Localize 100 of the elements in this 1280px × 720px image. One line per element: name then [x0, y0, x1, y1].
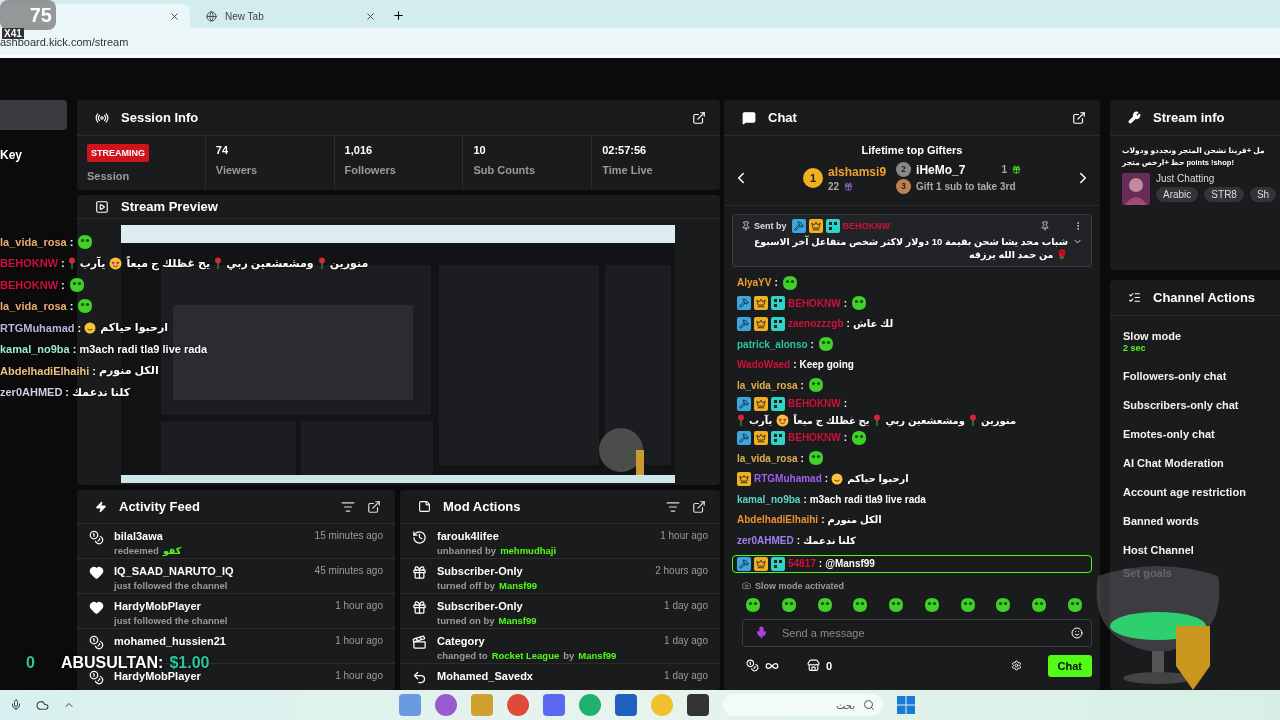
username[interactable]: patrick_alonso	[737, 338, 808, 350]
note-icon	[418, 500, 431, 513]
channel-action[interactable]: Slow mode	[1123, 330, 1280, 342]
panel-title: Activity Feed	[119, 499, 201, 514]
username[interactable]: la_vida_rosa	[737, 379, 798, 391]
separator: :	[69, 300, 74, 313]
search-field[interactable]: بحث	[723, 694, 883, 716]
mic-icon	[10, 699, 22, 711]
message-text: منورين	[981, 414, 1017, 426]
feed-detail: Mansf99	[499, 580, 538, 591]
channel-action[interactable]: Banned words	[1123, 515, 1280, 527]
message-text: m3ach radi tla9 live rada	[809, 493, 926, 505]
username[interactable]: AbdelhadiElhaihi	[737, 514, 819, 526]
feed-name: Category	[437, 635, 486, 647]
feed-time: 1 hour ago	[335, 670, 383, 683]
feed-detail: changed to	[437, 650, 488, 661]
smiley-icon	[831, 472, 844, 485]
feed-name: HardyMobPlayer	[114, 670, 202, 682]
popout-icon[interactable]	[1072, 110, 1086, 125]
feed-detail: Mansf99	[498, 615, 537, 626]
app-icon[interactable]	[543, 694, 565, 716]
tag[interactable]: Sh	[1249, 187, 1277, 202]
username: AbdelhadiElhaihi	[0, 364, 90, 377]
username[interactable]: RTGMuhamad	[754, 473, 822, 485]
sidebar-item[interactable]: Key	[0, 142, 67, 162]
rank-medal: 1	[803, 168, 823, 188]
channel-action[interactable]: Subscribers-only chat	[1123, 399, 1280, 411]
feed-detail: redeemed	[114, 545, 159, 556]
feed-time: 2 hours ago	[655, 565, 708, 578]
emote-icon	[816, 336, 835, 353]
settings-icon[interactable]	[1010, 660, 1022, 672]
separator: :	[77, 321, 82, 334]
username[interactable]: zer0AHMED	[737, 534, 794, 546]
feed-name: HardyMobPlayer	[114, 600, 202, 612]
close-icon[interactable]	[169, 10, 180, 22]
emote-icon	[994, 596, 1013, 613]
message-text: ارحبوا حياكم	[100, 321, 169, 335]
username[interactable]: la_vida_rosa	[737, 452, 798, 464]
emote-icon	[779, 596, 798, 613]
emote-icon	[76, 298, 95, 315]
channel-action[interactable]: Followers-only chat	[1123, 370, 1280, 382]
username[interactable]: kamal_no9ba	[737, 493, 801, 505]
message-text: يح غظلك ج ميعاً	[126, 256, 211, 270]
filter-icon[interactable]	[666, 499, 680, 514]
popout-icon[interactable]	[692, 110, 706, 125]
store-icon	[807, 659, 820, 673]
emote-icon	[76, 233, 95, 250]
stat-value: 74	[215, 144, 230, 156]
feed-detail: turned off by	[437, 580, 496, 591]
channel-action[interactable]: Host Channel	[1123, 544, 1280, 556]
message-text: الكل منورم	[98, 364, 159, 378]
popout-icon[interactable]	[367, 499, 381, 514]
chat-button[interactable]: Chat	[1047, 654, 1092, 677]
close-icon[interactable]	[365, 10, 376, 22]
rose-icon	[67, 257, 76, 270]
rose-icon	[214, 257, 223, 270]
emote-icon	[887, 596, 906, 613]
coins-icon	[89, 530, 104, 545]
app-icon[interactable]	[507, 694, 529, 716]
separator: :	[810, 338, 814, 350]
message-input[interactable]: Send a message	[780, 625, 1059, 640]
counter-badge: 75	[0, 0, 56, 30]
tag[interactable]: STR8	[1204, 187, 1244, 202]
feed-name: Subscriber-Only	[437, 565, 524, 577]
username: la_vida_rosa	[0, 300, 67, 313]
popout-icon[interactable]	[692, 499, 706, 514]
filter-icon[interactable]	[341, 499, 355, 514]
donation-amount: 0	[26, 654, 35, 672]
history-icon	[412, 530, 427, 545]
app-icon[interactable]	[435, 694, 457, 716]
channel-action[interactable]: Account age restriction	[1123, 486, 1280, 498]
mic-icon	[755, 626, 768, 640]
app-icon[interactable]	[615, 694, 637, 716]
coins-icon	[89, 635, 104, 650]
stat-label: Followers	[344, 164, 397, 176]
username[interactable]: AlyaYV	[737, 277, 772, 289]
app-icon[interactable]	[687, 694, 709, 716]
emote-icon	[744, 596, 762, 613]
stat-value: 10	[473, 144, 487, 156]
browser-tab[interactable]: New Tab	[196, 4, 386, 28]
stat-label: Sub Counts	[473, 164, 537, 176]
panel-title: Stream info	[1153, 110, 1226, 125]
separator: :	[843, 398, 848, 410]
separator: :	[72, 343, 77, 356]
category-name[interactable]: Just Chatting	[1156, 173, 1277, 184]
stat-label: Viewers	[215, 164, 259, 176]
action-value: 2 sec	[1123, 343, 1147, 353]
gifters-title: Lifetime top Gifters	[861, 144, 963, 156]
panel-title: Chat	[768, 110, 798, 125]
tag[interactable]: Arabic	[1156, 187, 1199, 202]
wrench-icon	[1128, 111, 1141, 124]
emote-icon	[67, 276, 86, 293]
feed-name: Subscriber-Only	[437, 600, 524, 612]
message-field[interactable]: Send a message	[742, 618, 1092, 647]
channel-action[interactable]: Emotes-only chat	[1123, 428, 1280, 440]
gift-count: 22	[828, 180, 840, 192]
message-text: ومشعشعين ربي	[885, 414, 966, 426]
new-tab-icon[interactable]	[392, 9, 405, 22]
rose-icon	[317, 257, 326, 270]
channel-action[interactable]: AI Chat Moderation	[1123, 457, 1280, 469]
